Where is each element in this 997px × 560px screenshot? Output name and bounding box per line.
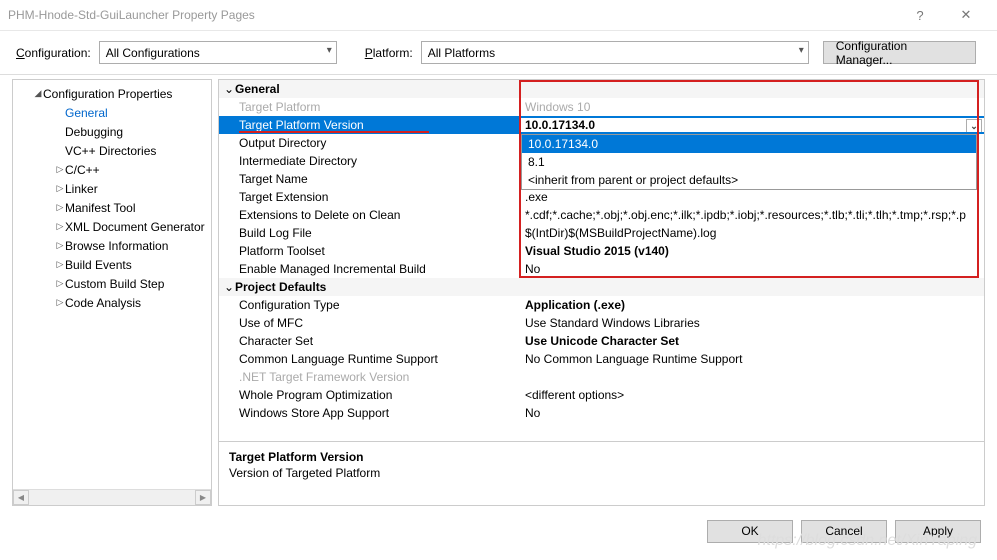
cancel-button[interactable]: Cancel: [801, 520, 887, 543]
underline-marker: [239, 131, 429, 133]
nav-item-browse-information[interactable]: ▷Browse Information: [13, 236, 211, 255]
nav-item-xml-document-generator[interactable]: ▷XML Document Generator: [13, 217, 211, 236]
main-area: ◢ Configuration Properties General Debugg…: [0, 75, 997, 510]
platform-value: All Platforms: [428, 46, 495, 60]
close-button[interactable]: ✕: [943, 0, 989, 30]
triangle-right-icon: ▷: [55, 278, 65, 289]
prop-config-type[interactable]: Configuration Type Application (.exe): [219, 296, 984, 314]
nav-item-label: Code Analysis: [65, 296, 141, 310]
nav-root-label: Configuration Properties: [43, 87, 172, 101]
prop-target-extension[interactable]: Target Extension .exe: [219, 188, 984, 206]
triangle-right-icon: ▷: [55, 202, 65, 213]
prop-incremental[interactable]: Enable Managed Incremental Build No: [219, 260, 984, 278]
prop-clr[interactable]: Common Language Runtime Support No Commo…: [219, 350, 984, 368]
configuration-manager-button[interactable]: Configuration Manager...: [823, 41, 976, 64]
platform-label: Platform:: [365, 46, 413, 60]
triangle-right-icon: ▷: [55, 164, 65, 175]
nav-item-c-c-[interactable]: ▷C/C++: [13, 160, 211, 179]
triangle-down-icon: ◢: [33, 88, 43, 99]
property-grid[interactable]: ⌄General Target Platform Windows 10 Targ…: [218, 79, 985, 442]
nav-root[interactable]: ◢ Configuration Properties: [13, 84, 211, 103]
nav-item-label: Browse Information: [65, 239, 168, 253]
nav-item-build-events[interactable]: ▷Build Events: [13, 255, 211, 274]
ok-button[interactable]: OK: [707, 520, 793, 543]
configuration-label: Configuration:: [16, 46, 91, 60]
triangle-right-icon: ▷: [55, 240, 65, 251]
help-button[interactable]: ?: [897, 0, 943, 30]
nav-item-label: Debugging: [65, 125, 123, 139]
chevron-down-icon: ▾: [327, 45, 332, 56]
group-general[interactable]: ⌄General: [219, 80, 984, 98]
chevron-down-icon: ⌄: [223, 82, 235, 96]
nav-item-label: General: [65, 106, 108, 120]
description-pane: Target Platform Version Version of Targe…: [218, 442, 985, 506]
group-project-defaults[interactable]: ⌄Project Defaults: [219, 278, 984, 296]
nav-item-label: VC++ Directories: [65, 144, 156, 158]
dropdown-arrow-button[interactable]: ⌄: [966, 119, 982, 132]
footer: OK Cancel Apply: [0, 510, 997, 552]
config-row: Configuration: All Configurations ▾ Plat…: [0, 31, 997, 75]
prop-mfc[interactable]: Use of MFC Use Standard Windows Librarie…: [219, 314, 984, 332]
nav-item-label: Linker: [65, 182, 98, 196]
nav-item-debugging[interactable]: Debugging: [13, 122, 211, 141]
apply-button[interactable]: Apply: [895, 520, 981, 543]
nav-item-manifest-tool[interactable]: ▷Manifest Tool: [13, 198, 211, 217]
configuration-value: All Configurations: [106, 46, 200, 60]
nav-item-label: Custom Build Step: [65, 277, 164, 291]
nav-item-vc-directories[interactable]: VC++ Directories: [13, 141, 211, 160]
prop-platform-toolset[interactable]: Platform Toolset Visual Studio 2015 (v14…: [219, 242, 984, 260]
description-title: Target Platform Version: [229, 450, 974, 464]
prop-netfx[interactable]: .NET Target Framework Version: [219, 368, 984, 386]
dropdown-option[interactable]: 10.0.17134.0: [522, 135, 976, 153]
nav-item-label: Manifest Tool: [65, 201, 135, 215]
prop-charset[interactable]: Character Set Use Unicode Character Set: [219, 332, 984, 350]
prop-target-platform[interactable]: Target Platform Windows 10: [219, 98, 984, 116]
nav-item-linker[interactable]: ▷Linker: [13, 179, 211, 198]
prop-extensions-delete[interactable]: Extensions to Delete on Clean *.cdf;*.ca…: [219, 206, 984, 224]
dropdown-option[interactable]: 8.1: [522, 153, 976, 171]
prop-wpo[interactable]: Whole Program Optimization <different op…: [219, 386, 984, 404]
nav-item-custom-build-step[interactable]: ▷Custom Build Step: [13, 274, 211, 293]
nav-item-label: Build Events: [65, 258, 132, 272]
triangle-right-icon: ▷: [55, 259, 65, 270]
triangle-right-icon: ▷: [55, 297, 65, 308]
nav-tree[interactable]: ◢ Configuration Properties General Debugg…: [12, 79, 212, 506]
prop-value-editor[interactable]: 10.0.17134.0 ⌄: [519, 118, 984, 132]
nav-item-label: XML Document Generator: [65, 220, 205, 234]
description-body: Version of Targeted Platform: [229, 466, 974, 480]
nav-horizontal-scrollbar[interactable]: ◀ ▶: [13, 489, 211, 505]
nav-item-label: C/C++: [65, 163, 100, 177]
chevron-down-icon: ⌄: [223, 280, 235, 294]
configuration-select[interactable]: All Configurations ▾: [99, 41, 337, 64]
window-title: PHM-Hnode-Std-GuiLauncher Property Pages: [8, 8, 897, 22]
scroll-left-icon[interactable]: ◀: [13, 490, 29, 505]
target-platform-version-dropdown[interactable]: 10.0.17134.08.1<inherit from parent or p…: [521, 134, 977, 190]
scroll-right-icon[interactable]: ▶: [195, 490, 211, 505]
titlebar: PHM-Hnode-Std-GuiLauncher Property Pages…: [0, 0, 997, 31]
nav-item-code-analysis[interactable]: ▷Code Analysis: [13, 293, 211, 312]
dropdown-option[interactable]: <inherit from parent or project defaults…: [522, 171, 976, 189]
triangle-right-icon: ▷: [55, 183, 65, 194]
triangle-right-icon: ▷: [55, 221, 65, 232]
nav-item-general[interactable]: General: [13, 103, 211, 122]
chevron-down-icon: ▾: [799, 45, 804, 56]
prop-store[interactable]: Windows Store App Support No: [219, 404, 984, 422]
platform-select[interactable]: All Platforms ▾: [421, 41, 809, 64]
prop-build-log[interactable]: Build Log File $(IntDir)$(MSBuildProject…: [219, 224, 984, 242]
property-column: ⌄General Target Platform Windows 10 Targ…: [218, 79, 985, 506]
